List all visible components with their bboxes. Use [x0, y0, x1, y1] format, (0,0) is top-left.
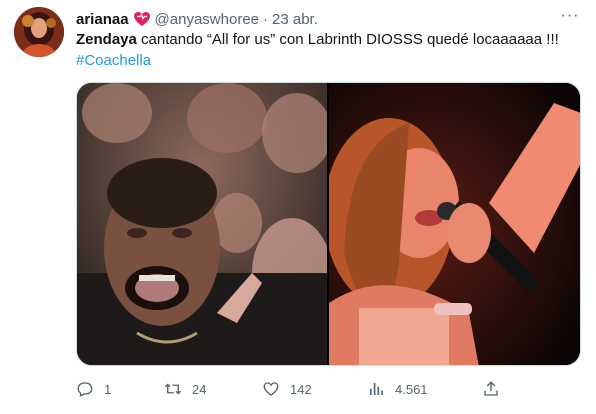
media-photo-right[interactable]	[329, 83, 580, 365]
avatar[interactable]	[14, 7, 64, 57]
tweet-text-bold: Zendaya	[76, 31, 137, 48]
views-count: 4.561	[395, 381, 428, 397]
tweet-header: arianaa @anyaswhoree · 23 abr.	[76, 9, 318, 29]
separator: ·	[263, 10, 268, 28]
heart-emoji-icon	[133, 11, 151, 27]
display-name[interactable]: arianaa	[76, 11, 129, 28]
timestamp[interactable]: 23 abr.	[272, 11, 318, 28]
share-icon	[484, 381, 498, 396]
like-button[interactable]: 142	[262, 378, 312, 400]
reply-count: 1	[104, 381, 112, 397]
tweet[interactable]: arianaa @anyaswhoree · 23 abr. ··· Zenda…	[0, 0, 596, 414]
reply-button[interactable]: 1	[76, 378, 111, 400]
avatar-image	[14, 7, 64, 57]
tweet-text-body: cantando “All for us” con Labrinth DIOSS…	[136, 31, 559, 48]
singer-photo	[329, 83, 580, 365]
views-icon	[370, 383, 383, 395]
reply-icon	[77, 382, 93, 397]
retweet-icon	[165, 383, 181, 395]
views-button[interactable]: 4.561	[367, 378, 428, 400]
retweet-button[interactable]: 24	[164, 378, 206, 400]
like-count: 142	[290, 381, 312, 397]
handle[interactable]: @anyaswhoree	[155, 11, 259, 28]
media-photo-left[interactable]	[77, 83, 327, 365]
more-icon[interactable]: ···	[560, 8, 580, 26]
like-icon	[263, 382, 279, 396]
hashtag-link[interactable]: #Coachella	[76, 52, 151, 69]
media-grid[interactable]	[76, 82, 581, 366]
share-button[interactable]	[482, 378, 510, 400]
crowd-photo	[77, 83, 327, 365]
tweet-text: Zendaya cantando “All for us” con Labrin…	[76, 29, 581, 71]
action-bar: 1 24 142 4.561	[76, 378, 581, 400]
retweet-count: 24	[192, 381, 207, 397]
